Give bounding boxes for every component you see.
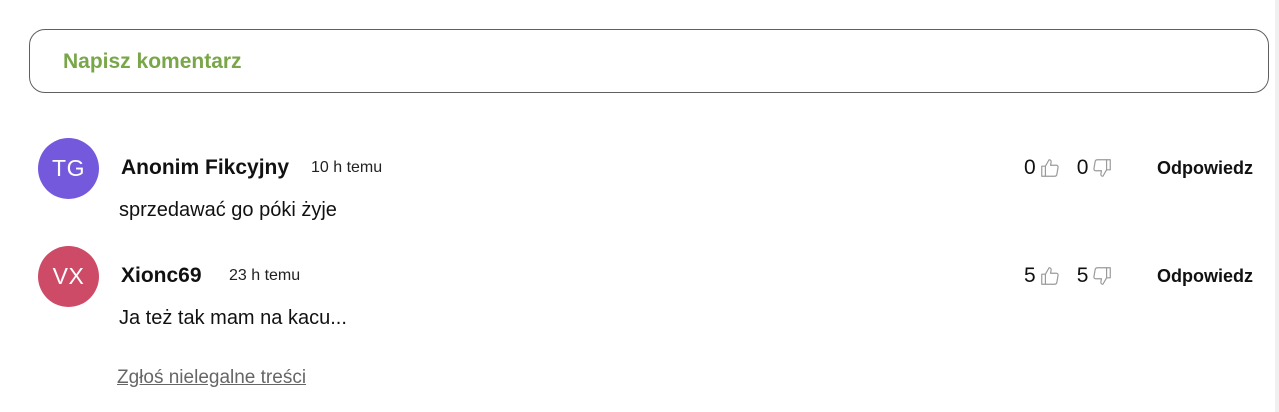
dislike-button[interactable]: 0 <box>1077 156 1114 180</box>
comment-input[interactable]: Napisz komentarz <box>29 29 1269 93</box>
comment-item: TG Anonim Fikcyjny 10 h temu 0 0 Odpowie… <box>38 138 1269 234</box>
like-button[interactable]: 5 <box>1024 264 1061 288</box>
dislike-count: 5 <box>1076 264 1089 287</box>
like-count: 5 <box>1024 264 1036 287</box>
report-illegal-content-link[interactable]: Zgłoś nielegalne treści <box>117 367 306 389</box>
comment-time: 23 h temu <box>229 267 301 284</box>
comments-section: Napisz komentarz TG Anonim Fikcyjny 10 h… <box>0 0 1279 412</box>
comment-time: 10 h temu <box>311 159 383 176</box>
comment-text: sprzedawać go póki żyje <box>119 199 337 221</box>
thumbs-up-icon <box>1039 265 1061 287</box>
scrollbar-track[interactable] <box>1275 0 1279 412</box>
avatar-initials: VX <box>52 263 85 289</box>
comment-input-placeholder: Napisz komentarz <box>63 50 242 73</box>
vote-controls: 0 0 <box>1024 155 1113 181</box>
thumbs-down-icon <box>1091 157 1113 179</box>
comment-text: Ja też tak mam na kacu... <box>119 307 347 329</box>
comment-author: Xionc69 <box>121 264 202 287</box>
reply-button[interactable]: Odpowiedz <box>1157 158 1253 179</box>
avatar-initials: TG <box>52 155 85 181</box>
reply-button[interactable]: Odpowiedz <box>1157 266 1253 287</box>
like-button[interactable]: 0 <box>1024 156 1061 180</box>
comment-author: Anonim Fikcyjny <box>121 156 290 179</box>
thumbs-up-icon <box>1039 157 1061 179</box>
dislike-button[interactable]: 5 <box>1077 264 1114 288</box>
avatar: VX <box>38 246 99 307</box>
like-count: 0 <box>1024 156 1036 179</box>
vote-controls: 5 5 <box>1024 263 1113 289</box>
dislike-count: 0 <box>1076 156 1089 179</box>
thumbs-down-icon <box>1091 265 1113 287</box>
comment-item: VX Xionc69 23 h temu 5 5 Odpowiedz Ja te… <box>38 246 1269 342</box>
avatar: TG <box>38 138 99 199</box>
